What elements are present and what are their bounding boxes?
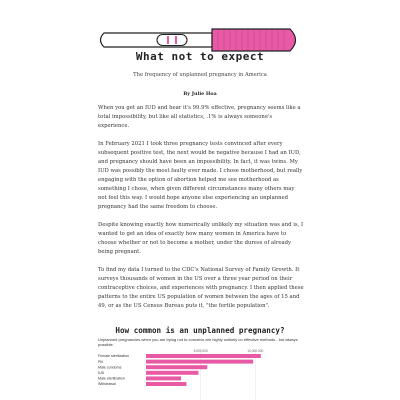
- chart-title: How common is an unplanned pregnancy?: [115, 326, 285, 335]
- bar: [146, 359, 254, 364]
- article-body: When you get an IUD and hear it's 99.9% …: [98, 104, 304, 320]
- bar: [146, 354, 261, 358]
- article-paragraph: Despite knowing exactly how numerically …: [98, 222, 304, 255]
- page-subtitle: The frequency of unplanned pregnancy in …: [133, 72, 267, 78]
- bar-chart: 5,000,000 10,000,000 Female sterilization P…: [98, 349, 264, 400]
- test-window: [156, 33, 188, 47]
- test-body: [99, 32, 213, 48]
- category-label: Female sterilization: [98, 354, 129, 358]
- article-paragraph: When you get an IUD and hear it's 99.9% …: [98, 105, 301, 129]
- x-tick-label: 5,000,000: [194, 349, 208, 353]
- bar: [146, 382, 187, 386]
- x-tick-label: 10,000,000: [247, 349, 263, 353]
- bar: [146, 370, 199, 375]
- article-paragraph: In February 2021 I took three pregnancy …: [98, 141, 303, 210]
- page-title: What not to expect: [135, 50, 265, 63]
- bar: [146, 365, 208, 370]
- category-label: IUD: [98, 371, 105, 375]
- category-label: Pill: [98, 360, 103, 364]
- category-label: Male condoms: [98, 365, 122, 369]
- category-label: Male sterilization: [98, 377, 125, 381]
- category-label: Withdrawal: [98, 382, 116, 386]
- byline: By Julie Hoa: [183, 91, 217, 97]
- bar: [146, 376, 181, 381]
- article-paragraph: To find my data I turned to the CDC's Na…: [98, 267, 304, 309]
- pregnancy-test-icon: [99, 28, 297, 52]
